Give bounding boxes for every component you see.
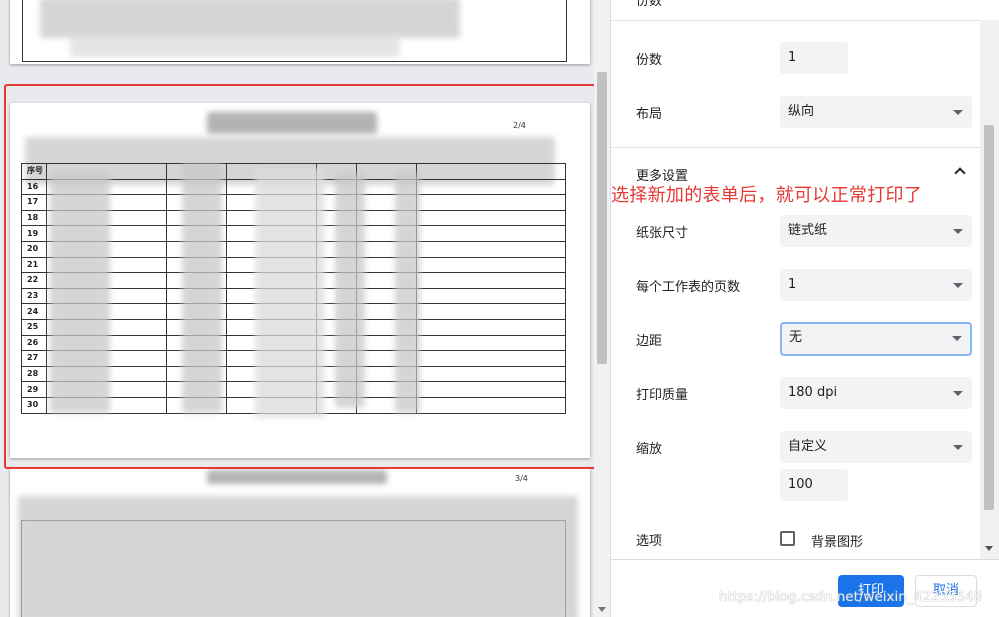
copies-label: 份数	[636, 53, 663, 68]
margins-value: 无	[789, 330, 803, 345]
paper-size-label: 纸张尺寸	[636, 226, 689, 241]
table-cell	[416, 334, 566, 352]
page-number: 2/4	[513, 121, 526, 130]
scroll-down-icon[interactable]	[985, 546, 993, 551]
divider	[611, 20, 980, 21]
preview-page-1	[10, 0, 590, 64]
margins-label: 边距	[636, 334, 663, 349]
pages-per-sheet-value: 1	[788, 277, 797, 292]
print-quality-label: 打印质量	[636, 388, 689, 403]
row-number: 17	[21, 194, 47, 211]
row-number: 29	[21, 381, 47, 398]
table-cell	[416, 318, 566, 336]
preview-page-2: 2/4 序号 16 17 18 19 20 21 22 23 24 25 26 27 28 29 30	[10, 103, 590, 458]
table-fragment	[22, 0, 567, 62]
row-number: 30	[21, 396, 47, 414]
redacted-column	[395, 173, 420, 413]
scrollbar-thumb[interactable]	[984, 125, 994, 510]
table-cell	[416, 225, 566, 242]
row-number: 26	[21, 334, 47, 352]
options-label: 选项	[636, 534, 663, 549]
row-number: 27	[21, 350, 47, 367]
page-number: 3/4	[515, 474, 528, 483]
chevron-down-icon	[953, 445, 963, 450]
chevron-down-icon	[952, 336, 962, 341]
redacted-content	[18, 496, 578, 617]
table-cell	[416, 381, 566, 398]
redacted-title	[207, 112, 377, 134]
table-cell	[416, 303, 566, 320]
redacted-column	[182, 163, 222, 413]
divider	[611, 147, 980, 148]
settings-scrollbar[interactable]	[980, 20, 999, 560]
table-cell	[416, 178, 566, 196]
table-cell	[416, 240, 566, 258]
layout-select[interactable]: 纵向	[780, 96, 972, 128]
table-cell	[416, 256, 566, 274]
table-cell	[416, 287, 566, 305]
layout-value: 纵向	[788, 104, 815, 119]
row-number: 24	[21, 303, 47, 320]
scroll-down-icon[interactable]	[598, 607, 606, 612]
table-cell	[416, 194, 566, 211]
print-preview-area[interactable]: 2/4 序号 16 17 18 19 20 21 22 23 24 25 26 27 28 29 30 3/…	[0, 0, 610, 617]
row-number: 25	[21, 318, 47, 336]
chevron-down-icon	[953, 283, 963, 288]
row-number: 22	[21, 272, 47, 289]
scale-select[interactable]: 自定义	[780, 431, 972, 463]
chevron-down-icon	[953, 391, 963, 396]
paper-size-value: 链式纸	[788, 223, 828, 238]
row-number: 19	[21, 225, 47, 242]
row-number: 18	[21, 209, 47, 227]
table-cell	[416, 365, 566, 383]
layout-label: 布局	[636, 107, 663, 122]
row-number: 21	[21, 256, 47, 274]
redacted-column	[335, 173, 365, 408]
scale-label: 缩放	[636, 442, 663, 457]
scale-percent-input[interactable]: 100	[780, 469, 848, 501]
section-label-cut: 份数	[636, 0, 663, 9]
pages-per-sheet-label: 每个工作表的页数	[636, 280, 741, 295]
annotation-text: 选择新加的表单后，就可以正常打印了	[611, 185, 923, 206]
margins-select[interactable]: 无	[780, 322, 972, 356]
row-number: 20	[21, 240, 47, 258]
preview-page-3: 3/4	[10, 468, 590, 617]
background-graphics-label[interactable]: 背景图形	[811, 531, 863, 550]
chevron-down-icon	[953, 229, 963, 234]
chevron-up-icon[interactable]	[954, 167, 966, 179]
table-cell	[416, 350, 566, 367]
pages-per-sheet-select[interactable]: 1	[780, 269, 972, 301]
paper-size-select[interactable]: 链式纸	[780, 215, 972, 247]
row-number: 16	[21, 178, 47, 196]
redacted-column	[255, 168, 325, 418]
redacted-column	[50, 173, 110, 413]
row-number: 28	[21, 365, 47, 383]
row-number: 23	[21, 287, 47, 305]
print-quality-select[interactable]: 180 dpi	[780, 377, 972, 409]
table-cell	[416, 209, 566, 227]
table-header-cell: 序号	[21, 163, 47, 180]
redacted-title	[207, 470, 387, 484]
print-settings-panel: 份数 份数 1 布局 纵向 更多设置 纸张尺寸 链式纸 每个工作表的页数 1 边…	[610, 0, 999, 617]
scale-value: 自定义	[788, 439, 828, 454]
table-cell	[416, 396, 566, 414]
preview-scrollbar[interactable]	[594, 0, 610, 617]
print-quality-value: 180 dpi	[788, 385, 838, 400]
chevron-down-icon	[953, 110, 963, 115]
background-graphics-checkbox[interactable]	[780, 531, 795, 546]
divider	[611, 559, 999, 560]
scrollbar-thumb[interactable]	[597, 72, 607, 364]
copies-input[interactable]: 1	[780, 42, 848, 74]
table-cell	[416, 272, 566, 289]
watermark-text: https://blog.csdn.net/weixin_42255548	[719, 589, 983, 605]
